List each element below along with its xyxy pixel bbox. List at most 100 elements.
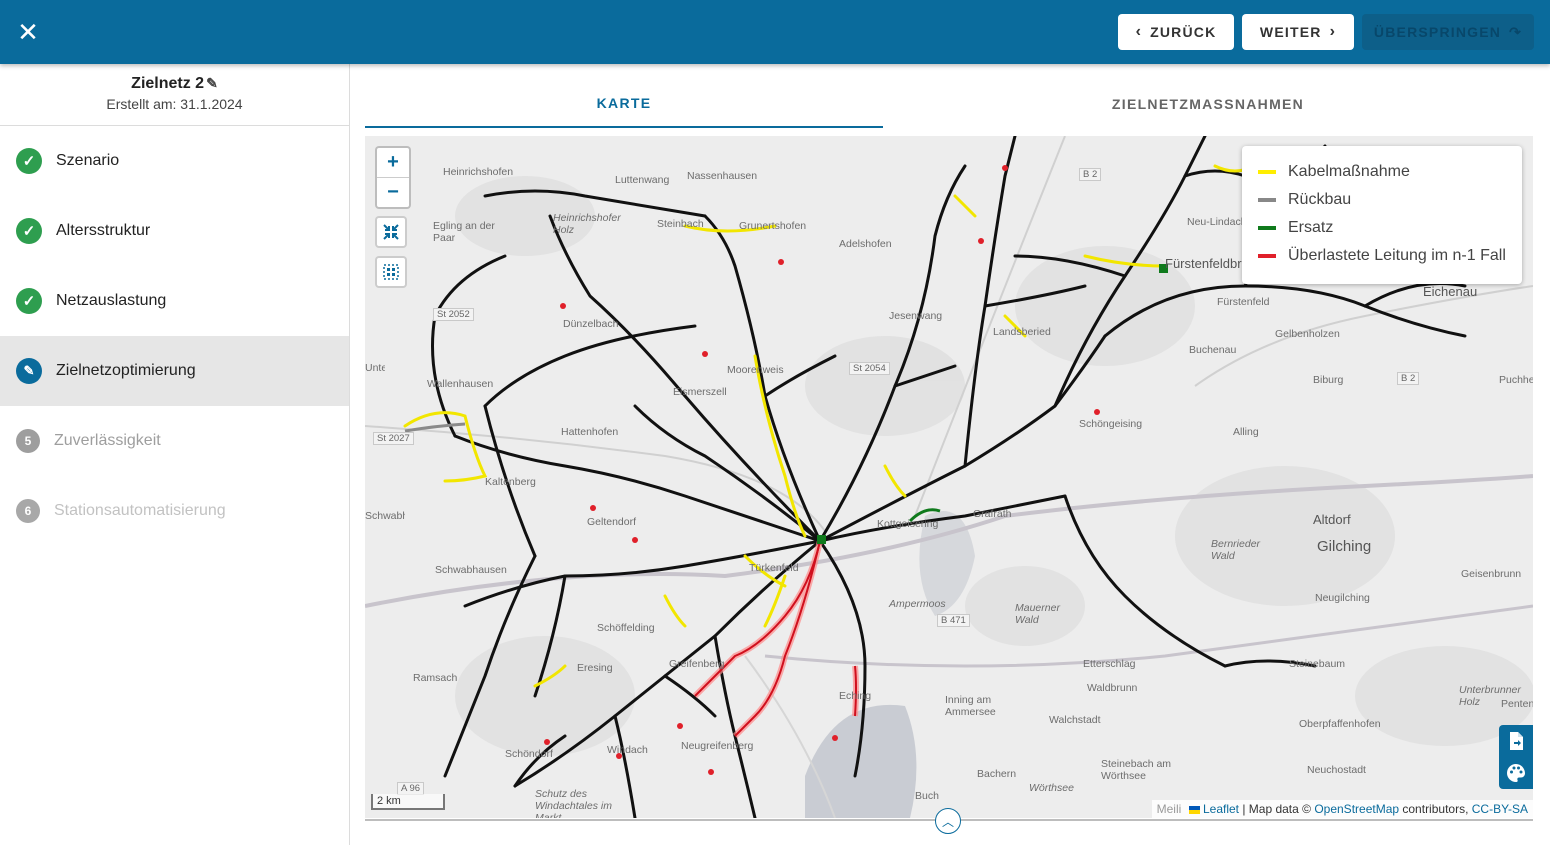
place-label: Greifenberg: [669, 658, 725, 670]
place-label: Oberpfaffenhofen: [1299, 718, 1381, 730]
place-label: Geisenbrunn: [1461, 568, 1522, 580]
place-label: Geltendorf: [587, 516, 637, 528]
step-label: Zielnetzoptimierung: [56, 362, 196, 379]
place-label: Biburg: [1313, 374, 1344, 386]
place-label: Heinrichshofen: [443, 166, 514, 178]
sidebar-header: Zielnetz 2 ✎ Erstellt am: 31.1.2024: [0, 64, 349, 126]
ukraine-flag-icon: [1188, 805, 1200, 814]
step-number: 6: [16, 499, 40, 523]
place-label: Hattenhofen: [561, 426, 619, 438]
road-label: St 2052: [433, 308, 474, 321]
map[interactable]: Heinrichshofen Luttenwang Nassenhausen E…: [365, 136, 1533, 818]
zoom-control: + −: [375, 146, 411, 209]
place-label: Buch: [915, 790, 939, 802]
map-legend: Kabelmaßnahme Rückbau Ersatz Überlastete…: [1242, 146, 1522, 284]
map-attribution: Meili Leaflet | Map data © OpenStreetMap…: [1151, 800, 1533, 818]
legend-swatch: [1258, 170, 1276, 174]
expand-panel-button[interactable]: ︿: [935, 808, 961, 834]
place-label: Pentenried: [1501, 698, 1533, 710]
select-area-button[interactable]: [375, 256, 407, 288]
step-label: Altersstruktur: [56, 222, 151, 239]
place-label: Nassenhausen: [687, 170, 758, 182]
place-label: Walchstadt: [1049, 714, 1101, 726]
step-label: Netzauslastung: [56, 292, 167, 309]
step-altersstruktur[interactable]: ✓ Altersstruktur: [0, 196, 349, 266]
road-label: St 2027: [373, 432, 414, 445]
step-zielnetzoptimierung[interactable]: ✎ Zielnetzoptimierung: [0, 336, 349, 406]
place-label: Inning am Ammersee: [945, 694, 996, 718]
place-label: Schöndorf: [505, 748, 553, 760]
place-label: Eresing: [577, 662, 613, 674]
edit-pencil-icon[interactable]: ✎: [206, 75, 218, 91]
place-label: Ampermoos: [889, 598, 946, 610]
place-label: Schwabhausen: [435, 564, 507, 576]
sidebar: Zielnetz 2 ✎ Erstellt am: 31.1.2024 ✓ Sze…: [0, 64, 350, 845]
place-label: Egling an der Paar: [433, 220, 495, 244]
place-label: Schöngeising: [1079, 418, 1143, 430]
tab-zielnetzmassnahmen[interactable]: ZIELNETZMASSNAHMEN: [883, 80, 1533, 128]
place-label: Bachern: [977, 768, 1017, 780]
place-label: Heinrichshofer Holz: [553, 212, 621, 236]
tab-karte[interactable]: KARTE: [365, 80, 883, 128]
zoom-out-button[interactable]: −: [377, 178, 409, 207]
place-label: Puchheim-Ort: [1499, 374, 1533, 386]
road-label: B 2: [1397, 372, 1420, 385]
skip-button[interactable]: ÜBERSPRINGEN ↷: [1362, 14, 1534, 50]
place-label: Kaltenberg: [485, 476, 536, 488]
place-label: Türkenfeld: [749, 562, 799, 574]
next-button[interactable]: WEITER ›: [1242, 14, 1354, 50]
legend-label: Überlastete Leitung im n-1 Fall: [1288, 247, 1506, 264]
back-button[interactable]: ‹ ZURÜCK: [1118, 14, 1234, 50]
side-tools: [1499, 725, 1533, 789]
scale-bar: 2 km: [371, 794, 445, 810]
place-label: Neugreifenberg: [681, 740, 754, 752]
place-label: Windach: [607, 744, 648, 756]
zoom-in-button[interactable]: +: [377, 148, 409, 178]
place-label: Fürstenfeld: [1217, 296, 1270, 308]
created-date: Erstellt am: 31.1.2024: [106, 96, 243, 112]
close-icon[interactable]: ✕: [14, 18, 42, 46]
step-zuverlaessigkeit[interactable]: 5 Zuverlässigkeit: [0, 406, 349, 476]
legend-label: Ersatz: [1288, 219, 1334, 236]
palette-button[interactable]: [1499, 757, 1533, 789]
place-label: Neu-Lindach: [1187, 216, 1247, 228]
place-label: Bernrieder Wald: [1211, 538, 1261, 562]
step-stationsautomatisierung: 6 Stationsautomatisierung: [0, 476, 349, 546]
place-label: Unterdießen: [365, 362, 385, 374]
place-label: Moorenweis: [727, 364, 784, 376]
network-title: Zielnetz 2 ✎: [0, 64, 349, 93]
step-netzauslastung[interactable]: ✓ Netzauslastung: [0, 266, 349, 336]
place-label: Eching: [839, 690, 872, 702]
leaflet-link[interactable]: Leaflet: [1203, 802, 1239, 816]
chevron-up-icon: ︿: [941, 814, 954, 829]
palette-icon: [1507, 764, 1525, 782]
place-label: Eichenau: [1423, 284, 1478, 299]
legend-item: Rückbau: [1258, 186, 1506, 214]
legend-item: Überlastete Leitung im n-1 Fall: [1258, 242, 1506, 270]
place-label: Grunertshofen: [739, 220, 807, 232]
place-label: Eismerszell: [673, 386, 727, 398]
place-label: Dünzelbach: [563, 318, 619, 330]
chevron-left-icon: ‹: [1135, 23, 1143, 40]
step-number: 5: [16, 429, 40, 453]
place-label: Schwabhausen: [365, 510, 405, 522]
osm-link[interactable]: OpenStreetMap: [1314, 802, 1399, 816]
place-label: Gilching: [1317, 538, 1372, 555]
step-label: Szenario: [56, 152, 120, 169]
place-label: Wallenhausen: [427, 378, 494, 390]
skip-button-label: ÜBERSPRINGEN: [1373, 24, 1502, 40]
place-label: Waldbrunn: [1087, 682, 1138, 694]
attribution-data: | Map data ©: [1239, 802, 1315, 816]
stepper: ✓ Szenario ✓ Altersstruktur ✓ Netzauslas…: [0, 126, 349, 546]
place-label: Adelshofen: [839, 238, 892, 250]
file-icon: [1510, 732, 1523, 750]
place-label: Buchenau: [1189, 344, 1237, 356]
license-link[interactable]: CC-BY-SA: [1472, 802, 1528, 816]
step-szenario[interactable]: ✓ Szenario: [0, 126, 349, 196]
legend-swatch: [1258, 198, 1276, 202]
place-label: Schöffelding: [597, 622, 655, 634]
check-icon: ✓: [16, 218, 42, 244]
file-export-button[interactable]: [1499, 725, 1533, 757]
fit-bounds-button[interactable]: [375, 216, 407, 248]
place-label: Schutz des Windachtales im Markt: [535, 788, 612, 818]
